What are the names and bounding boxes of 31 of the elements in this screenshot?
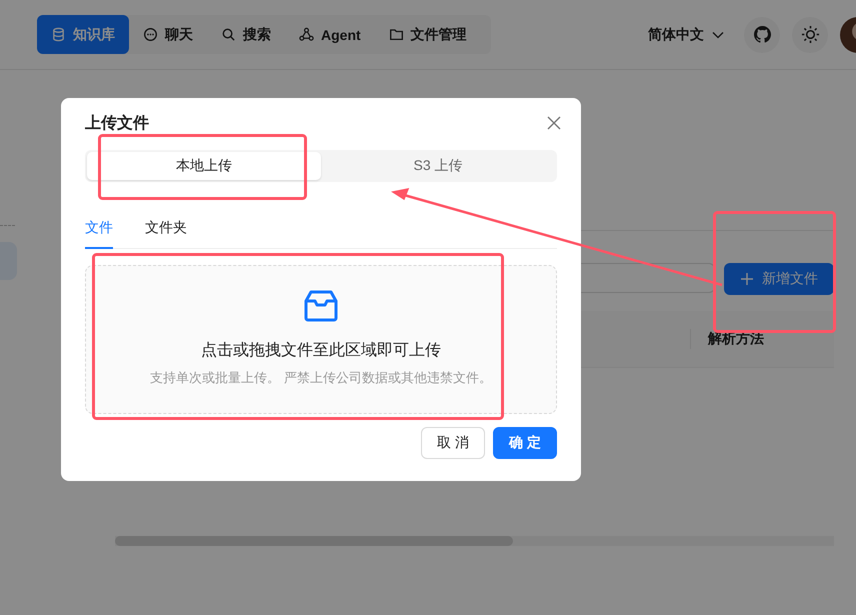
dialog-title: 上传文件 [85,113,149,134]
language-select[interactable]: 简体中文 [648,26,724,44]
nav-tab[interactable]: 文件管理 [374,15,481,54]
scrollbar[interactable] [115,536,834,546]
chevron-down-icon [712,30,724,38]
inbox-icon [303,288,339,324]
nodes-icon [299,27,314,42]
tab[interactable]: 文件 [85,213,113,249]
github-button[interactable] [744,16,780,52]
dropzone-hint: 支持单次或批量上传。 严禁上传公司数据或其他违禁文件。 [150,369,492,387]
segment-option[interactable]: 本地上传 [87,152,321,180]
cancel-button[interactable]: 取 消 [421,427,486,459]
folder-icon [388,27,404,42]
nav-tab[interactable]: 聊天 [129,15,207,54]
upload-dropzone[interactable]: 点击或拖拽文件至此区域即可上传 支持单次或批量上传。 严禁上传公司数据或其他违禁文件。 [85,265,557,414]
dropzone-text: 点击或拖拽文件至此区域即可上传 [201,340,441,361]
nav-tab[interactable]: Agent [285,15,375,54]
close-icon [547,116,561,130]
add-file-button[interactable]: 新增文件 [724,263,834,295]
theme-toggle[interactable] [792,16,828,52]
tab[interactable]: 文件夹 [145,213,187,249]
nav-tab[interactable]: 搜索 [207,15,285,54]
nav-tab[interactable]: 知识库 [37,15,129,54]
search-icon [221,27,236,42]
segment-option[interactable]: S3 上传 [321,152,555,180]
sun-icon [800,25,820,44]
confirm-button[interactable]: 确 定 [493,427,557,459]
plus-icon [740,272,754,286]
database-icon [51,27,66,42]
chat-icon [143,27,158,42]
github-icon [754,26,770,43]
